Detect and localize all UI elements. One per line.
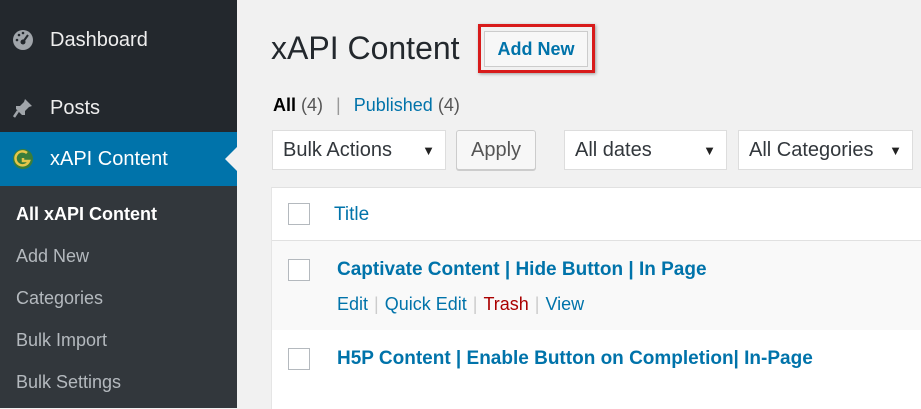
quick-edit-link[interactable]: Quick Edit: [385, 294, 467, 314]
row-title-link[interactable]: H5P Content | Enable Button on Completio…: [337, 348, 813, 370]
xapi-logo-icon: [12, 148, 34, 170]
status-filters: All (4) | Published (4): [273, 95, 460, 116]
menu-dashboard-label: Dashboard: [50, 28, 148, 51]
dropdown-arrow-icon: ▼: [703, 143, 716, 158]
admin-sidebar: Dashboard Posts xAPI Content All xAPI Co…: [0, 0, 237, 408]
submenu-add-new[interactable]: Add New: [16, 246, 89, 267]
dates-select[interactable]: All dates ▼: [564, 130, 727, 170]
filter-all[interactable]: All: [273, 95, 296, 115]
view-link[interactable]: View: [545, 294, 584, 314]
menu-posts-label: Posts: [50, 96, 101, 119]
submenu-all-xapi-content[interactable]: All xAPI Content: [16, 204, 157, 225]
action-separator: |: [374, 294, 379, 314]
bulk-actions-select[interactable]: Bulk Actions ▼: [272, 130, 446, 170]
row-checkbox[interactable]: [288, 259, 310, 281]
trash-link[interactable]: Trash: [483, 294, 528, 314]
action-separator: |: [472, 294, 478, 314]
pin-icon: [12, 97, 34, 119]
submenu-bulk-settings[interactable]: Bulk Settings: [16, 372, 121, 393]
categories-select[interactable]: All Categories ▼: [738, 130, 913, 170]
dashboard-icon: [12, 29, 34, 51]
content-table: Title Captivate Content | Hide Button | …: [271, 187, 921, 409]
page-title: xAPI Content: [271, 30, 460, 66]
categories-value: All Categories: [749, 138, 874, 161]
submenu-bulk-import[interactable]: Bulk Import: [16, 330, 107, 351]
row-actions: Edit | Quick Edit | Trash | View: [337, 294, 584, 315]
filter-separator: |: [336, 95, 341, 115]
menu-xapi-content[interactable]: xAPI Content: [0, 132, 237, 186]
bulk-actions-value: Bulk Actions: [283, 138, 392, 161]
filter-published[interactable]: Published: [354, 95, 433, 115]
table-row: [272, 241, 921, 330]
dates-value: All dates: [575, 138, 652, 161]
highlight-box: [478, 24, 595, 73]
menu-xapi-label: xAPI Content: [50, 147, 168, 170]
submenu-categories[interactable]: Categories: [16, 288, 103, 309]
select-all-checkbox[interactable]: [288, 203, 310, 225]
filter-all-count: (4): [301, 95, 324, 115]
column-title[interactable]: Title: [334, 204, 369, 226]
apply-button[interactable]: Apply: [456, 130, 536, 170]
menu-posts[interactable]: Posts: [0, 90, 237, 126]
row-checkbox[interactable]: [288, 348, 310, 370]
action-separator: |: [534, 294, 540, 314]
menu-dashboard[interactable]: Dashboard: [0, 22, 237, 58]
edit-link[interactable]: Edit: [337, 294, 368, 314]
dropdown-arrow-icon: ▼: [889, 143, 902, 158]
xapi-submenu: All xAPI Content Add New Categories Bulk…: [0, 186, 237, 408]
dropdown-arrow-icon: ▼: [422, 143, 435, 158]
filter-published-count: (4): [437, 95, 460, 115]
row-title-link[interactable]: Captivate Content | Hide Button | In Pag…: [337, 259, 707, 281]
